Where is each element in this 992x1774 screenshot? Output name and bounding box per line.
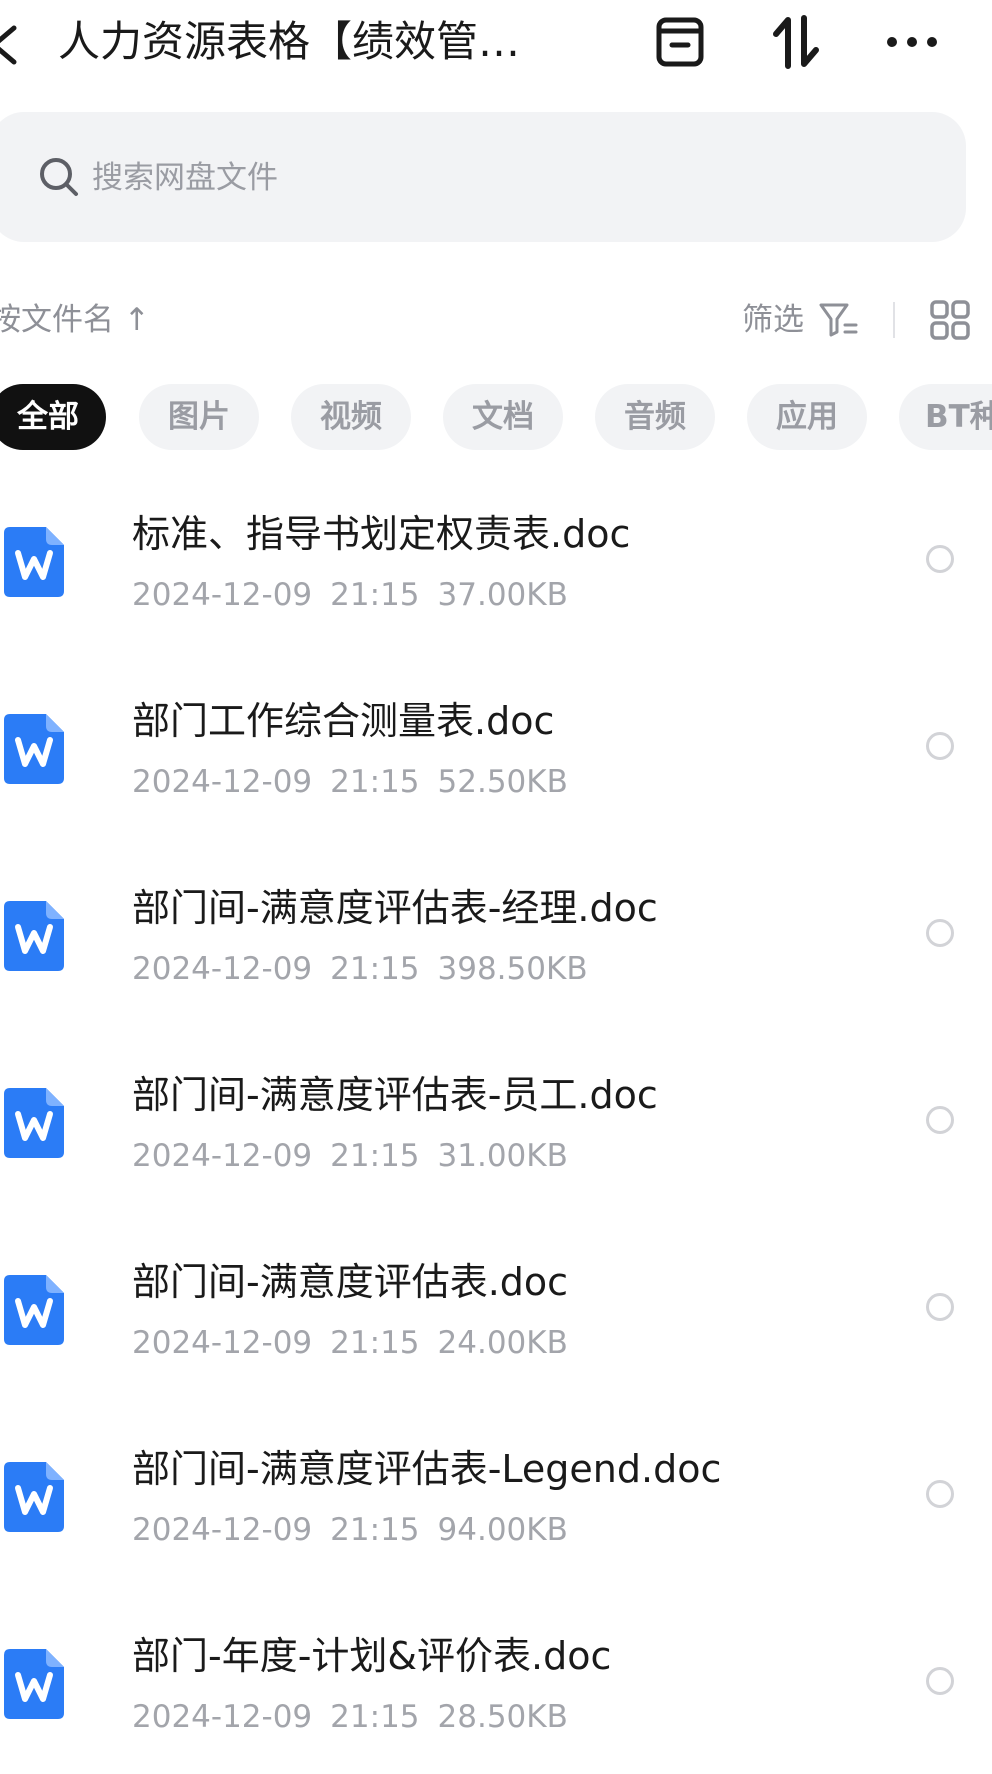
category-chips: 全部 图片 视频 文档 音频 应用 BT种 [0, 384, 992, 452]
word-doc-icon [4, 1275, 64, 1345]
select-radio[interactable] [926, 1667, 954, 1695]
file-time: 21:15 [330, 1325, 420, 1361]
chevron-left-icon[interactable] [0, 22, 20, 68]
file-date: 2024-12-09 [132, 951, 313, 987]
filter-button[interactable]: 筛选 [742, 298, 804, 342]
filter-icon[interactable] [818, 300, 858, 340]
chip-images[interactable]: 图片 [139, 384, 259, 450]
word-doc-icon [4, 527, 64, 597]
select-radio[interactable] [926, 545, 954, 573]
file-time: 21:15 [330, 764, 420, 800]
file-name: 部门间-满意度评估表-经理.doc [132, 886, 658, 930]
file-size: 37.00KB [437, 577, 568, 613]
chip-videos[interactable]: 视频 [291, 384, 411, 450]
file-size: 28.50KB [437, 1699, 568, 1735]
word-doc-icon [4, 1088, 64, 1158]
list-item[interactable]: 部门间-满意度评估表-Legend.doc 2024-12-09 21:15 94.… [0, 1400, 992, 1587]
sort-arrows-icon[interactable] [768, 14, 824, 70]
file-date: 2024-12-09 [132, 577, 313, 613]
file-name: 部门间-满意度评估表-Legend.doc [132, 1447, 722, 1491]
word-doc-icon [4, 1649, 64, 1719]
file-meta: 2024-12-09 21:15 28.50KB [132, 1695, 586, 1739]
file-size: 24.00KB [437, 1325, 568, 1361]
file-name: 部门-年度-计划&评价表.doc [132, 1634, 612, 1678]
file-meta: 2024-12-09 21:15 52.50KB [132, 760, 586, 804]
chip-bt[interactable]: BT种 [899, 384, 992, 450]
file-name: 部门间-满意度评估表-员工.doc [132, 1073, 658, 1117]
file-size: 94.00KB [437, 1512, 568, 1548]
divider [893, 302, 895, 338]
select-radio[interactable] [926, 732, 954, 760]
select-radio[interactable] [926, 1480, 954, 1508]
file-meta: 2024-12-09 21:15 24.00KB [132, 1321, 586, 1365]
file-meta: 2024-12-09 21:15 398.50KB [132, 947, 606, 991]
file-name: 部门工作综合测量表.doc [132, 699, 555, 743]
chip-apps[interactable]: 应用 [747, 384, 867, 450]
file-date: 2024-12-09 [132, 1512, 313, 1548]
file-date: 2024-12-09 [132, 764, 313, 800]
sort-filter-bar: 按文件名 ↑ 筛选 [0, 290, 992, 350]
list-item[interactable]: 标准、指导书划定权责表.doc 2024-12-09 21:15 37.00KB [0, 465, 992, 652]
select-radio[interactable] [926, 1293, 954, 1321]
file-size: 398.50KB [437, 951, 588, 987]
chip-audio[interactable]: 音频 [595, 384, 715, 450]
chip-all[interactable]: 全部 [0, 384, 106, 450]
search-icon [40, 158, 78, 196]
file-size: 52.50KB [437, 764, 568, 800]
file-date: 2024-12-09 [132, 1699, 313, 1735]
select-radio[interactable] [926, 919, 954, 947]
file-date: 2024-12-09 [132, 1325, 313, 1361]
select-radio[interactable] [926, 1106, 954, 1134]
file-meta: 2024-12-09 21:15 37.00KB [132, 573, 586, 617]
search-bar[interactable] [0, 112, 966, 242]
list-item[interactable]: 部门间-满意度评估表.doc 2024-12-09 21:15 24.00KB [0, 1213, 992, 1400]
file-meta: 2024-12-09 21:15 31.00KB [132, 1134, 586, 1178]
file-meta: 2024-12-09 21:15 94.00KB [132, 1508, 586, 1552]
archive-icon[interactable] [652, 14, 708, 70]
file-time: 21:15 [330, 1699, 420, 1735]
file-time: 21:15 [330, 951, 420, 987]
file-date: 2024-12-09 [132, 1138, 313, 1174]
file-time: 21:15 [330, 1138, 420, 1174]
page-title: 人力资源表格【绩效管… [58, 17, 521, 66]
file-time: 21:15 [330, 1512, 420, 1548]
file-name: 部门间-满意度评估表.doc [132, 1260, 569, 1304]
list-item[interactable]: 部门工作综合测量表.doc 2024-12-09 21:15 52.50KB [0, 652, 992, 839]
search-input[interactable] [90, 150, 694, 206]
list-item[interactable]: 部门-年度-计划&评价表.doc 2024-12-09 21:15 28.50KB [0, 1587, 992, 1774]
more-icon[interactable] [884, 14, 940, 70]
file-size: 31.00KB [437, 1138, 568, 1174]
file-name: 标准、指导书划定权责表.doc [132, 512, 631, 556]
chip-documents[interactable]: 文档 [443, 384, 563, 450]
list-item[interactable]: 部门间-满意度评估表-员工.doc 2024-12-09 21:15 31.00KB [0, 1026, 992, 1213]
file-time: 21:15 [330, 577, 420, 613]
header-bar: 人力资源表格【绩效管… [0, 0, 992, 96]
sort-by-name-button[interactable]: 按文件名 ↑ [0, 298, 150, 342]
grid-view-icon[interactable] [928, 298, 972, 342]
word-doc-icon [4, 1462, 64, 1532]
word-doc-icon [4, 714, 64, 784]
word-doc-icon [4, 901, 64, 971]
list-item[interactable]: 部门间-满意度评估表-经理.doc 2024-12-09 21:15 398.50K… [0, 839, 992, 1026]
